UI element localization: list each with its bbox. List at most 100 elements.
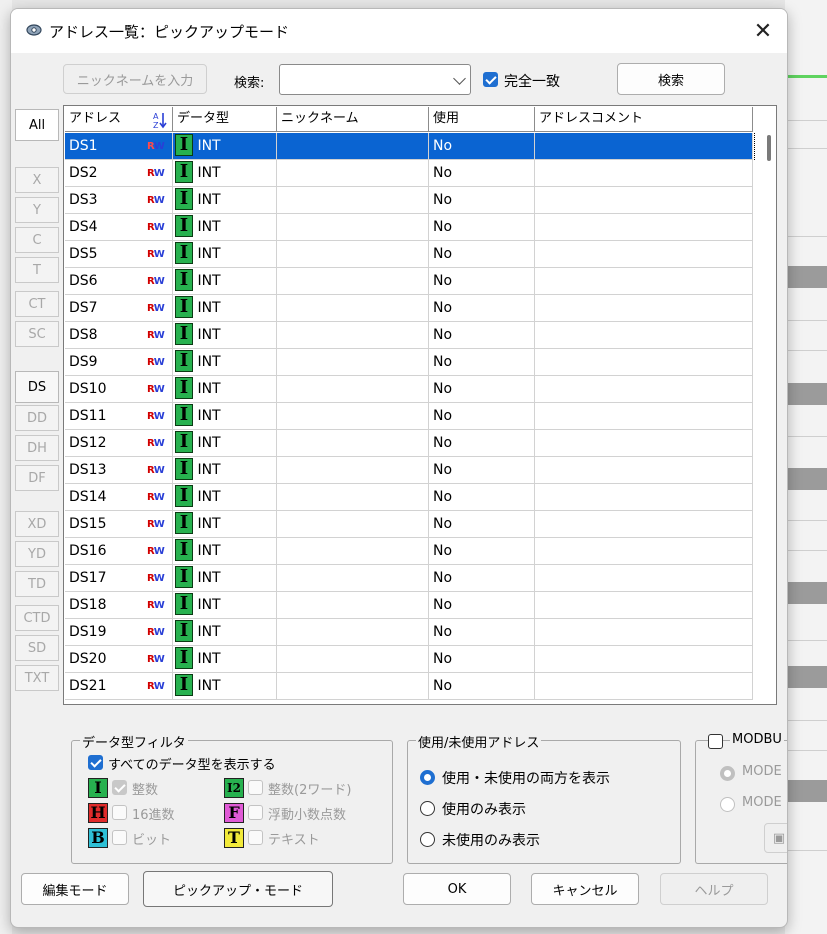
nickname-cell[interactable] (277, 538, 429, 565)
nickname-cell[interactable] (277, 511, 429, 538)
table-row[interactable]: DS1 RW I INT No (65, 133, 755, 160)
nickname-cell[interactable] (277, 619, 429, 646)
pickup-mode-button[interactable]: ピックアップ・モード (143, 871, 333, 907)
integer-2word-type-checkbox[interactable] (248, 780, 263, 795)
nickname-cell[interactable] (277, 565, 429, 592)
tab-y[interactable]: Y (15, 197, 59, 223)
vertical-scrollbar[interactable] (762, 107, 776, 704)
tab-ds[interactable]: DS (15, 371, 59, 403)
comment-cell[interactable] (535, 511, 753, 538)
nickname-cell[interactable] (277, 430, 429, 457)
comment-cell[interactable] (535, 268, 753, 295)
table-row[interactable]: DS15 RW I INT No (65, 511, 755, 538)
tab-sc[interactable]: SC (15, 321, 59, 347)
ok-button[interactable]: OK (403, 873, 511, 905)
comment-cell[interactable] (535, 565, 753, 592)
float-type-checkbox[interactable] (248, 805, 263, 820)
comment-cell[interactable] (535, 592, 753, 619)
edit-mode-button[interactable]: 編集モード (21, 873, 129, 905)
nickname-cell[interactable] (277, 646, 429, 673)
table-row[interactable]: DS12 RW I INT No (65, 430, 755, 457)
search-button[interactable]: 検索 (617, 63, 725, 95)
nickname-cell[interactable] (277, 349, 429, 376)
nickname-cell[interactable] (277, 673, 429, 700)
tab-c[interactable]: C (15, 227, 59, 253)
tab-yd[interactable]: YD (15, 541, 59, 567)
tab-x[interactable]: X (15, 167, 59, 193)
nickname-cell[interactable] (277, 403, 429, 430)
table-row[interactable]: DS10 RW I INT No (65, 376, 755, 403)
integer-type-checkbox[interactable] (112, 780, 127, 795)
table-row[interactable]: DS16 RW I INT No (65, 538, 755, 565)
comment-cell[interactable] (535, 484, 753, 511)
nickname-cell[interactable] (277, 241, 429, 268)
column-header-address-comment[interactable]: アドレスコメント (535, 107, 753, 132)
tab-dh[interactable]: DH (15, 435, 59, 461)
nickname-cell[interactable] (277, 457, 429, 484)
nickname-cell[interactable] (277, 322, 429, 349)
table-row[interactable]: DS4 RW I INT No (65, 214, 755, 241)
modbus-option-2-radio[interactable] (720, 797, 735, 812)
table-row[interactable]: DS8 RW I INT No (65, 322, 755, 349)
nickname-cell[interactable] (277, 160, 429, 187)
table-row[interactable]: DS6 RW I INT No (65, 268, 755, 295)
table-row[interactable]: DS7 RW I INT No (65, 295, 755, 322)
tab-xd[interactable]: XD (15, 511, 59, 537)
table-row[interactable]: DS17 RW I INT No (65, 565, 755, 592)
comment-cell[interactable] (535, 457, 753, 484)
table-row[interactable]: DS19 RW I INT No (65, 619, 755, 646)
tab-t[interactable]: T (15, 257, 59, 283)
comment-cell[interactable] (535, 673, 753, 700)
save-icon[interactable]: ▣ (764, 823, 787, 853)
comment-cell[interactable] (535, 241, 753, 268)
bit-type-checkbox[interactable] (112, 830, 127, 845)
comment-cell[interactable] (535, 619, 753, 646)
nickname-cell[interactable] (277, 268, 429, 295)
column-header-address[interactable]: アドレス A Z (65, 107, 173, 132)
table-row[interactable]: DS20 RW I INT No (65, 646, 755, 673)
nickname-cell[interactable] (277, 484, 429, 511)
chevron-down-icon[interactable] (453, 72, 466, 85)
tab-txt[interactable]: TXT (15, 665, 59, 691)
nickname-cell[interactable] (277, 214, 429, 241)
tab-td[interactable]: TD (15, 571, 59, 597)
exact-match-checkbox[interactable] (483, 72, 498, 87)
search-combobox[interactable] (279, 64, 471, 95)
comment-cell[interactable] (535, 430, 753, 457)
comment-cell[interactable] (535, 646, 753, 673)
comment-cell[interactable] (535, 403, 753, 430)
table-row[interactable]: DS5 RW I INT No (65, 241, 755, 268)
show-all-types-checkbox[interactable] (88, 755, 103, 770)
table-row[interactable]: DS3 RW I INT No (65, 187, 755, 214)
comment-cell[interactable] (535, 538, 753, 565)
nickname-cell[interactable] (277, 187, 429, 214)
table-row[interactable]: DS21 RW I INT No (65, 673, 755, 700)
table-row[interactable]: DS9 RW I INT No (65, 349, 755, 376)
table-row[interactable]: DS14 RW I INT No (65, 484, 755, 511)
comment-cell[interactable] (535, 322, 753, 349)
tab-ct[interactable]: CT (15, 291, 59, 317)
tab-dd[interactable]: DD (15, 405, 59, 431)
help-button[interactable]: ヘルプ (660, 873, 768, 905)
scrollbar-thumb[interactable] (767, 135, 771, 161)
address-table[interactable]: アドレス A Z データ型 ニックネーム 使用 アドレスコメント DS1 RW I … (63, 105, 777, 705)
tab-all[interactable]: All (15, 109, 59, 141)
modbus-option-1-radio[interactable] (720, 766, 735, 781)
usage-both-radio[interactable] (420, 770, 435, 785)
column-header-nickname[interactable]: ニックネーム (277, 107, 429, 132)
usage-used-only-radio[interactable] (420, 801, 435, 816)
comment-cell[interactable] (535, 376, 753, 403)
table-row[interactable]: DS2 RW I INT No (65, 160, 755, 187)
comment-cell[interactable] (535, 133, 753, 160)
comment-cell[interactable] (535, 187, 753, 214)
nickname-cell[interactable] (277, 295, 429, 322)
comment-cell[interactable] (535, 295, 753, 322)
comment-cell[interactable] (535, 214, 753, 241)
nickname-cell[interactable] (277, 592, 429, 619)
text-type-checkbox[interactable] (248, 830, 263, 845)
hex-type-checkbox[interactable] (112, 805, 127, 820)
usage-unused-only-radio[interactable] (420, 832, 435, 847)
comment-cell[interactable] (535, 160, 753, 187)
enter-nickname-button[interactable]: ニックネームを入力 (63, 64, 207, 94)
modbus-checkbox[interactable] (708, 734, 723, 749)
